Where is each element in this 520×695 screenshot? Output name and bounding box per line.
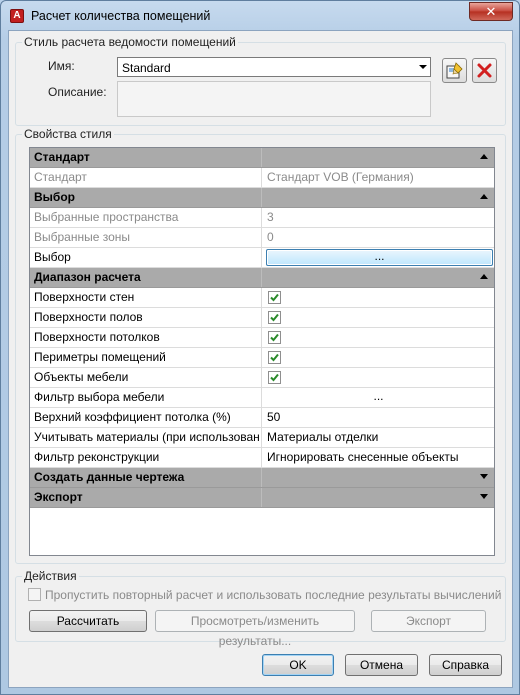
category-value-cell xyxy=(263,468,494,487)
property-name: Выбранные пространства xyxy=(30,208,262,227)
property-name: Выбор xyxy=(30,248,262,267)
description-label: Описание: xyxy=(48,85,107,99)
property-checkbox[interactable] xyxy=(268,351,281,364)
skip-recalc-checkbox[interactable] xyxy=(28,588,41,601)
category-label: Экспорт xyxy=(30,488,262,507)
property-checkbox[interactable] xyxy=(268,291,281,304)
ellipsis-button[interactable]: ... xyxy=(263,388,494,405)
checkmark-icon xyxy=(270,333,279,342)
property-row[interactable]: Фильтр выбора мебели... xyxy=(30,388,494,408)
property-value-cell xyxy=(263,328,494,347)
description-field[interactable] xyxy=(117,81,431,117)
export-button[interactable]: Экспорт xyxy=(371,610,486,632)
property-value[interactable]: 50 xyxy=(263,408,494,427)
property-row[interactable]: Выбранные пространства 3 xyxy=(30,208,494,228)
property-name: Стандарт xyxy=(30,168,262,187)
checkmark-icon xyxy=(270,313,279,322)
property-row[interactable]: Верхний коэффициент потолка (%) 50 xyxy=(30,408,494,428)
category-row[interactable]: Выбор xyxy=(30,188,494,208)
chevron-down-icon xyxy=(419,65,427,69)
collapse-icon[interactable] xyxy=(480,154,488,159)
category-label: Диапазон расчета xyxy=(30,268,262,287)
property-value: 3 xyxy=(267,210,274,224)
property-name: Выбранные зоны xyxy=(30,228,262,247)
property-checkbox[interactable] xyxy=(268,371,281,384)
category-row[interactable]: Диапазон расчета xyxy=(30,268,494,288)
property-name: Поверхности потолков xyxy=(30,328,262,347)
property-name: Фильтр реконструкции xyxy=(30,448,262,467)
ellipsis-button[interactable]: ... xyxy=(266,249,493,266)
category-label: Стандарт xyxy=(30,148,262,167)
property-name: Периметры помещений xyxy=(30,348,262,367)
category-value-cell xyxy=(263,268,494,287)
style-name-dropdown[interactable]: Standard xyxy=(117,57,431,77)
window-title: Расчет количества помещений xyxy=(31,9,211,23)
property-name: Верхний коэффициент потолка (%) xyxy=(30,408,262,427)
property-row[interactable]: Выбор... xyxy=(30,248,494,268)
checkmark-icon xyxy=(270,373,279,382)
property-value[interactable]: Игнорировать снесенные объекты xyxy=(263,448,494,467)
property-value-cell xyxy=(263,308,494,327)
property-value: Стандарт VOB (Германия) xyxy=(267,170,414,184)
edit-style-icon xyxy=(446,62,463,79)
property-value-cell xyxy=(263,368,494,387)
category-label: Выбор xyxy=(30,188,262,207)
actions-group-title: Действия xyxy=(22,569,79,583)
category-value-cell xyxy=(263,148,494,167)
property-value-cell xyxy=(263,288,494,307)
category-value-cell xyxy=(263,188,494,207)
properties-group-title: Свойства стиля xyxy=(22,127,114,141)
property-name: Фильтр выбора мебели xyxy=(30,388,262,407)
property-row[interactable]: Фильтр реконструкции Игнорировать снесенн… xyxy=(30,448,494,468)
property-row[interactable]: Учитывать материалы (при использован Мате… xyxy=(30,428,494,448)
property-value[interactable]: Материалы отделки xyxy=(263,428,494,447)
cancel-button[interactable]: Отмена xyxy=(345,654,418,676)
category-value-cell xyxy=(263,488,494,507)
style-group-title: Стиль расчета ведомости помещений xyxy=(22,35,238,49)
category-row[interactable]: Создать данные чертежа xyxy=(30,468,494,488)
expand-icon[interactable] xyxy=(480,474,488,479)
property-name: Учитывать материалы (при использован xyxy=(30,428,262,447)
calculate-button[interactable]: Рассчитать xyxy=(29,610,147,632)
collapse-icon[interactable] xyxy=(480,274,488,279)
property-name: Объекты мебели xyxy=(30,368,262,387)
category-row[interactable]: Стандарт xyxy=(30,148,494,168)
property-row[interactable]: Поверхности полов xyxy=(30,308,494,328)
ok-button[interactable]: OK xyxy=(262,654,334,676)
property-name: Поверхности стен xyxy=(30,288,262,307)
edit-style-button[interactable] xyxy=(442,58,467,83)
checkmark-icon xyxy=(270,353,279,362)
property-row[interactable]: Стандарт Стандарт VOB (Германия) xyxy=(30,168,494,188)
property-row[interactable]: Поверхности потолков xyxy=(30,328,494,348)
style-name-value: Standard xyxy=(122,61,171,75)
close-button[interactable]: ✕ xyxy=(469,2,513,21)
category-row[interactable]: Экспорт xyxy=(30,488,494,508)
property-grid[interactable]: Стандарт Стандарт Стандарт VOB (Германия) В… xyxy=(29,147,495,556)
title-bar[interactable]: A Расчет количества помещений ✕ xyxy=(1,1,519,31)
view-edit-results-button[interactable]: Просмотреть/изменить результаты... xyxy=(155,610,355,648)
delete-icon xyxy=(477,63,492,78)
dialog-client: Стиль расчета ведомости помещений Имя: S… xyxy=(8,30,513,688)
property-row[interactable]: Периметры помещений xyxy=(30,348,494,368)
help-button[interactable]: Справка xyxy=(429,654,502,676)
expand-icon[interactable] xyxy=(480,494,488,499)
checkmark-icon xyxy=(270,293,279,302)
skip-recalc-label: Пропустить повторный расчет и использова… xyxy=(45,588,502,602)
property-checkbox[interactable] xyxy=(268,331,281,344)
delete-style-button[interactable] xyxy=(472,58,497,83)
property-row[interactable]: Выбранные зоны 0 xyxy=(30,228,494,248)
dialog-window: A Расчет количества помещений ✕ Стиль ра… xyxy=(0,0,520,695)
property-value: 0 xyxy=(267,230,274,244)
property-value-cell xyxy=(263,348,494,367)
property-row[interactable]: Объекты мебели xyxy=(30,368,494,388)
name-label: Имя: xyxy=(48,59,75,73)
property-checkbox[interactable] xyxy=(268,311,281,324)
property-name: Поверхности полов xyxy=(30,308,262,327)
category-label: Создать данные чертежа xyxy=(30,468,262,487)
collapse-icon[interactable] xyxy=(480,194,488,199)
app-icon: A xyxy=(10,9,24,23)
property-row[interactable]: Поверхности стен xyxy=(30,288,494,308)
